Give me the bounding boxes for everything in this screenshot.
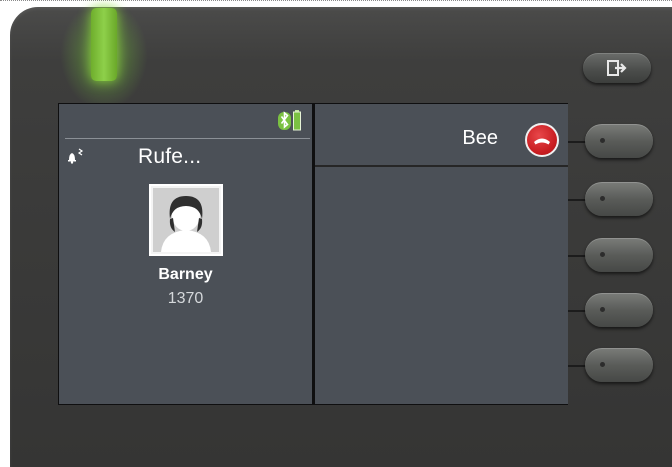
soft-key-3[interactable] [585,238,653,272]
soft-key-connector-4 [568,310,586,312]
soft-key-connector-2 [568,199,586,201]
hangup-button[interactable] [525,123,559,157]
ringer-off-icon [68,148,84,164]
logout-key[interactable] [583,53,651,83]
active-call-row[interactable]: Bee [315,104,568,167]
status-bar [65,104,310,139]
display-screen: Rufe... Barney 1370 Bee [58,103,568,405]
key-dot [600,307,605,312]
key-dot [600,196,605,201]
logout-icon [607,60,627,76]
contact-name: Barney [158,266,213,283]
hangup-phone-icon [534,138,550,145]
soft-key-1[interactable] [585,124,653,158]
soft-key-4[interactable] [585,293,653,327]
avatar-silhouette-icon [153,188,219,252]
soft-key-connector-1 [568,141,586,143]
contact-number: 1370 [167,290,204,307]
key-dot [600,252,605,257]
soft-key-connector-5 [568,365,586,367]
soft-key-2[interactable] [585,182,653,216]
key-dot [600,362,605,367]
bluetooth-battery-icon [278,110,301,131]
call-status-text: Rufe... [138,145,202,168]
soft-key-connector-3 [568,255,586,257]
contact-avatar[interactable] [149,184,223,256]
message-led [91,8,117,81]
call-status-pane: Rufe... Barney 1370 [59,104,312,404]
caller-label: Bee [462,127,498,149]
call-action-pane: Bee [315,104,568,404]
key-dot [600,138,605,143]
soft-key-5[interactable] [585,348,653,382]
